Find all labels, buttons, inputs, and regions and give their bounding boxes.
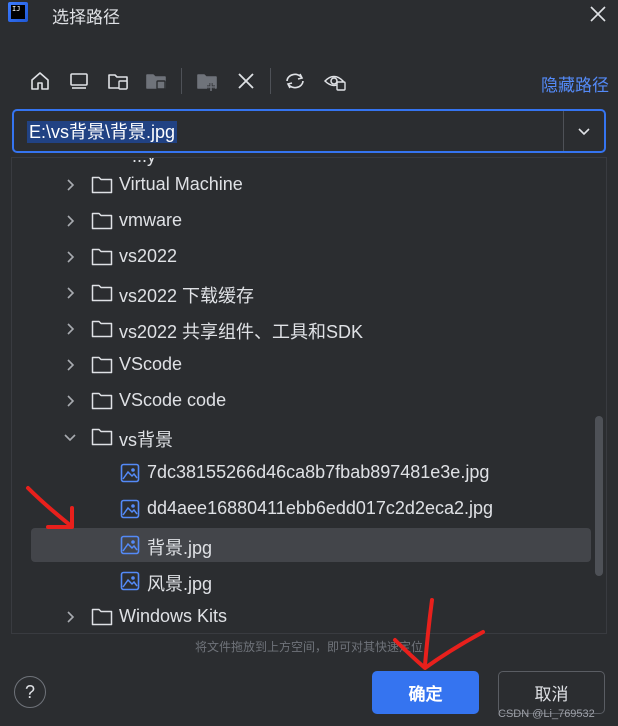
toolbar-separator [181, 68, 182, 94]
help-label: ? [24, 681, 35, 702]
chevron-right-icon[interactable] [63, 394, 77, 408]
folder-icon [91, 283, 113, 303]
tree-row-label: VScode [119, 354, 183, 374]
app-logo-icon: IJ [8, 2, 28, 22]
toolbar-separator [270, 68, 271, 94]
new-folder-icon[interactable] [192, 66, 222, 96]
tree-scrollbar[interactable] [595, 416, 603, 576]
folder-icon [91, 319, 113, 339]
chevron-down-icon[interactable] [63, 430, 77, 444]
ok-label: 确定 [408, 685, 443, 704]
tree-row-folder[interactable]: vs背景 [12, 420, 596, 454]
tree-row-file[interactable]: 7dc38155266d46ca8b7fbab897481e3e.jpg [12, 456, 596, 490]
show-hidden-icon[interactable] [320, 66, 350, 96]
folder-icon [91, 175, 113, 195]
image-file-icon [120, 499, 142, 519]
folder-icon [91, 247, 113, 267]
tree-row-folder[interactable]: Virtual Machine [12, 168, 596, 202]
help-button[interactable]: ? [14, 676, 46, 708]
project-folder-icon[interactable] [103, 66, 133, 96]
tree-row-folder[interactable]: vs2022 [12, 240, 596, 274]
cancel-label: 取消 [534, 685, 569, 704]
folder-icon [91, 211, 113, 231]
tree-row-label: 背景.jpg [147, 538, 213, 558]
tree-row-label: Windows Kits [119, 606, 228, 626]
delete-icon[interactable] [231, 66, 261, 96]
chevron-right-icon[interactable] [63, 250, 77, 264]
tree-row-label: dd4aee16880411ebb6edd017c2d2eca2.jpg [147, 498, 494, 518]
tree-row-label: 7dc38155266d46ca8b7fbab897481e3e.jpg [147, 462, 490, 482]
close-icon[interactable] [586, 2, 610, 26]
chevron-right-icon[interactable] [63, 214, 77, 228]
folder-icon [91, 427, 113, 447]
tree-row-label: Virtual Machine [119, 174, 243, 194]
toolbar: 隐藏路径 [0, 62, 618, 100]
path-combo-box[interactable]: E:\vs背景\背景.jpg [12, 109, 606, 153]
ok-button[interactable]: 确定 [372, 671, 479, 714]
image-file-icon [120, 463, 142, 483]
partial-tree-row: ...y [132, 158, 156, 167]
chevron-right-icon[interactable] [63, 610, 77, 624]
tree-row-folder[interactable]: Windows Kits [12, 600, 596, 633]
title-bar: IJ 选择路径 [0, 0, 618, 30]
tree-row-label: vs2022 [119, 246, 178, 266]
tree-row-label: vmware [119, 210, 183, 230]
tree-row-folder[interactable]: vs2022 下载缓存 [12, 276, 596, 310]
csdn-watermark: CSDN @Li_769532 [498, 708, 595, 720]
tree-row-file[interactable]: 风景.jpg [12, 564, 596, 598]
folder-icon [91, 607, 113, 627]
chevron-down-icon[interactable] [564, 111, 604, 151]
path-input[interactable]: E:\vs背景\背景.jpg [14, 111, 562, 151]
home-icon[interactable] [25, 66, 55, 96]
tree-row-label: vs2022 下载缓存 [119, 286, 255, 306]
tree-row-file[interactable]: dd4aee16880411ebb6edd017c2d2eca2.jpg [12, 492, 596, 526]
tree-row-label: vs背景 [119, 430, 173, 450]
refresh-icon[interactable] [280, 66, 310, 96]
tree-row-folder[interactable]: vs2022 共享组件、工具和SDK [12, 312, 596, 346]
window-title: 选择路径 [52, 8, 120, 27]
file-tree[interactable]: ...y Virtual Machine vmware vs2022 vs2022 下… [11, 157, 607, 634]
tree-row-folder[interactable]: VScode code [12, 384, 596, 418]
chevron-right-icon[interactable] [63, 322, 77, 336]
module-folder-icon[interactable] [141, 66, 171, 96]
folder-icon [91, 391, 113, 411]
image-file-icon [120, 571, 142, 591]
folder-icon [91, 355, 113, 375]
image-file-icon [120, 535, 142, 555]
chevron-right-icon[interactable] [63, 286, 77, 300]
tree-row-label: VScode code [119, 390, 227, 410]
tree-row-folder[interactable]: VScode [12, 348, 596, 382]
hide-path-link[interactable]: 隐藏路径 [541, 71, 609, 96]
chevron-right-icon[interactable] [63, 358, 77, 372]
drop-hint: 将文件拖放到上方空间，即可对其快速定位 [194, 640, 423, 654]
path-value[interactable]: E:\vs背景\背景.jpg [27, 121, 178, 143]
tree-row-label: 风景.jpg [147, 574, 213, 594]
desktop-icon[interactable] [64, 66, 94, 96]
chevron-right-icon[interactable] [63, 178, 77, 192]
tree-row-folder[interactable]: vmware [12, 204, 596, 238]
tree-row-label: vs2022 共享组件、工具和SDK [119, 322, 364, 342]
tree-row-file[interactable]: 背景.jpg [31, 528, 591, 562]
